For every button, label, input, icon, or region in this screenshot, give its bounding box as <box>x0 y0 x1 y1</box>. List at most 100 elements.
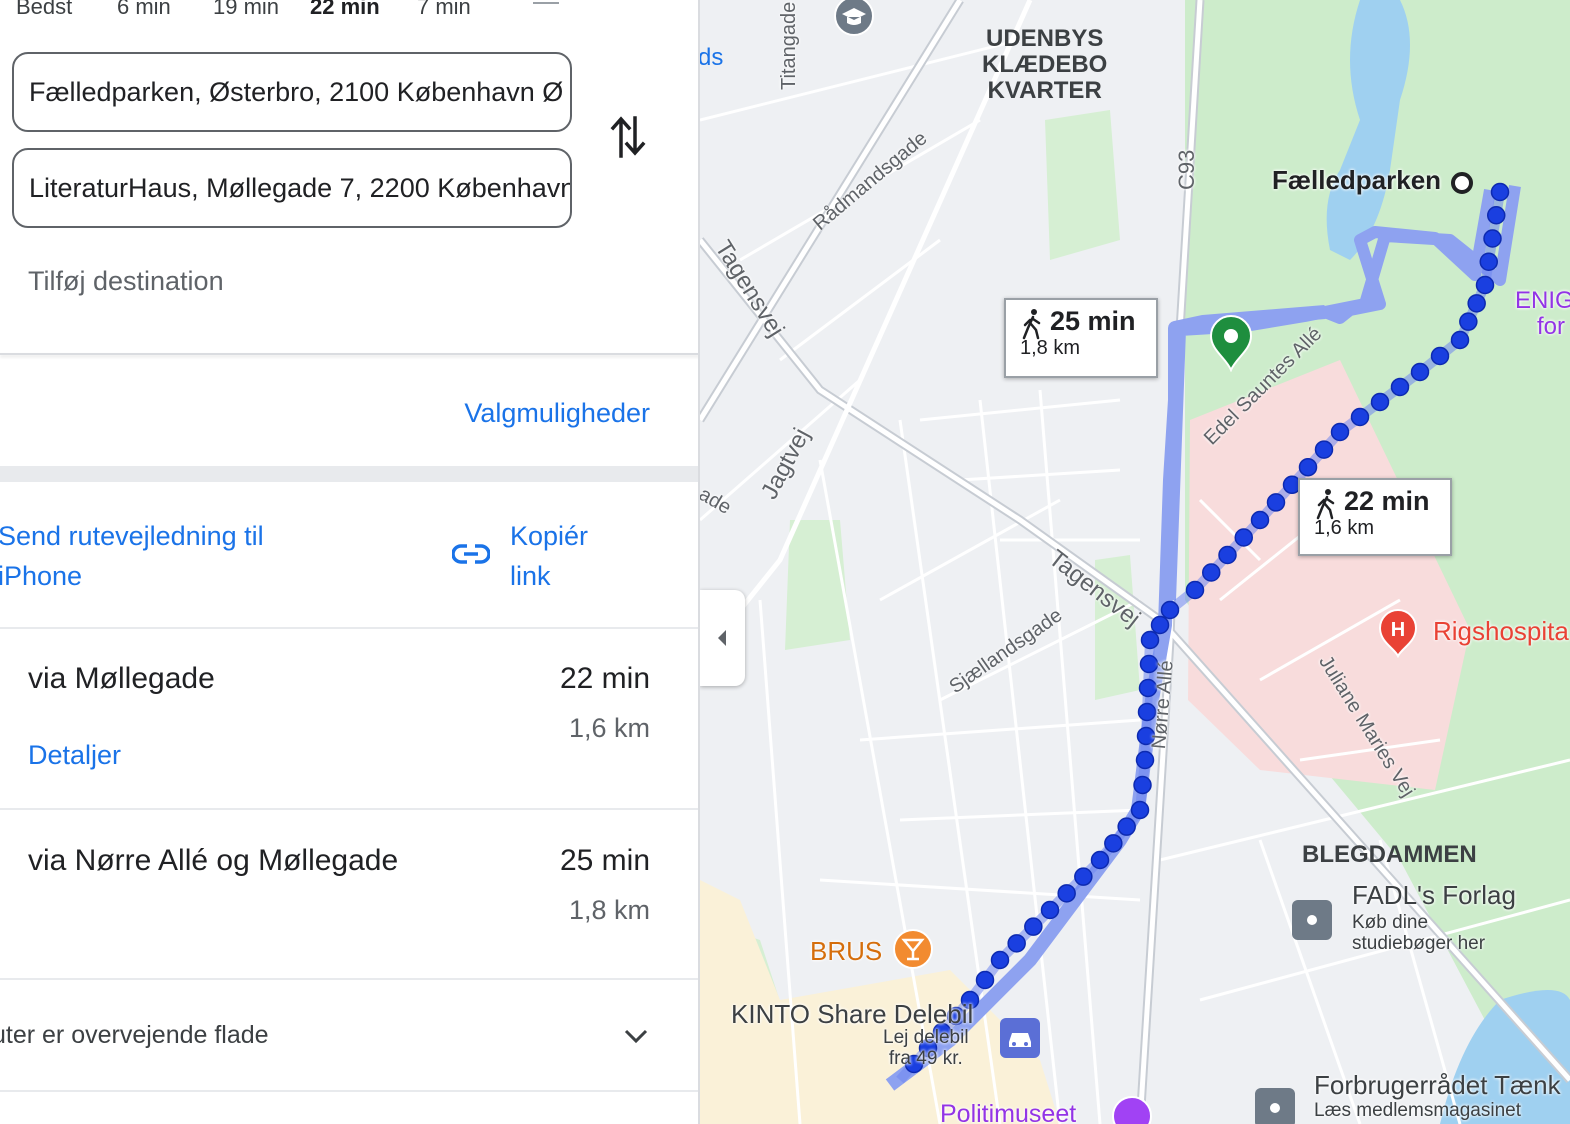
origin-input[interactable]: Fælledparken, Østerbro, 2100 København Ø <box>12 52 572 132</box>
bookstore-icon[interactable] <box>1290 898 1334 942</box>
route-options-button[interactable]: Valgmuligheder <box>464 398 650 429</box>
store-icon[interactable] <box>1253 1086 1297 1124</box>
route-dot <box>1479 252 1498 271</box>
museum-icon[interactable] <box>1110 1094 1154 1124</box>
hospital-icon[interactable]: H <box>1376 606 1420 658</box>
route-dot <box>1185 580 1205 600</box>
destination-input[interactable]: LiteraturHaus, Møllegade 7, 2200 Københa… <box>12 148 572 228</box>
route-dot <box>1140 630 1160 650</box>
poi-label: KINTO Share Delebil <box>731 999 974 1029</box>
route-dot <box>1007 934 1026 953</box>
route-dot <box>1459 312 1478 331</box>
divider <box>0 627 700 629</box>
send-to-phone-button[interactable]: Send rutevejledning til iPhone <box>0 516 338 596</box>
poi-label: Forbrugerrådet Tænk <box>1314 1070 1561 1100</box>
chevron-left-icon <box>718 630 726 646</box>
poi-label: FADL's Forlag <box>1352 880 1516 910</box>
mode-best[interactable]: Bedst <box>16 0 72 20</box>
route-dot <box>1133 775 1152 795</box>
route-dot <box>1117 817 1136 836</box>
route-dot <box>1057 884 1076 903</box>
route-dot <box>1202 563 1221 582</box>
route-dot <box>1130 800 1150 820</box>
swap-direction-icon[interactable] <box>608 114 648 158</box>
route-dot <box>1390 377 1410 397</box>
bar-icon[interactable] <box>892 928 934 970</box>
mode-flight[interactable] <box>533 2 559 4</box>
route-dot <box>1135 750 1155 770</box>
route-dot <box>1266 493 1286 512</box>
route-name: via Møllegade <box>28 662 215 695</box>
route-dot <box>1314 440 1334 459</box>
copy-link-button[interactable]: Kopiér link <box>510 516 630 596</box>
route-dot <box>1330 422 1350 442</box>
divider <box>0 353 700 355</box>
route-dot <box>1298 457 1318 477</box>
origin-marker-icon[interactable] <box>1449 170 1475 196</box>
poi-sublabel: Læs medlemsmagasinet <box>1314 1100 1521 1121</box>
route-dot <box>1410 362 1430 382</box>
street-label: Titangade <box>778 1 800 90</box>
link-icon[interactable] <box>452 540 490 568</box>
poi-label: Rigshospita <box>1433 616 1569 646</box>
route-dot <box>1370 392 1390 412</box>
mode-driving[interactable]: 6 min <box>117 0 171 20</box>
route-dot <box>1490 182 1510 202</box>
poi-label-line: ENIG <box>1515 287 1570 314</box>
route-dot <box>1467 294 1486 313</box>
route-time: 25 min <box>559 844 650 877</box>
route-time: 22 min <box>559 662 650 695</box>
green-place-pin-icon[interactable] <box>1208 314 1254 372</box>
route-dot <box>1160 600 1180 620</box>
callout-distance: 1,6 km <box>1314 517 1375 539</box>
route-callout-alt[interactable]: 25 min 1,8 km <box>1004 298 1158 378</box>
poi-label: BRUS <box>810 936 883 966</box>
walking-icon <box>1316 489 1335 520</box>
route-dot <box>1090 850 1110 870</box>
route-dot <box>1074 867 1093 886</box>
mode-transit[interactable]: 19 min <box>213 0 279 20</box>
route-callout-primary[interactable]: 22 min 1,6 km <box>1298 478 1452 556</box>
route-name: via Nørre Allé og Møllegade <box>28 844 399 877</box>
area-label: UDENBYS KLÆDEBO KVARTER <box>982 25 1108 104</box>
route-details-link[interactable]: Detaljer <box>28 740 121 771</box>
poi-sublabel: Lej delebil fra 49 kr. <box>883 1027 969 1069</box>
collapse-panel-button[interactable] <box>700 590 745 686</box>
route-dot <box>1040 900 1060 920</box>
area-label: BLEGDAMMEN <box>1302 841 1477 868</box>
add-destination-button[interactable]: Tilføj destination <box>28 266 224 297</box>
divider <box>0 978 700 980</box>
mode-walking[interactable]: 22 min <box>310 0 380 20</box>
route-dot <box>1024 917 1043 936</box>
route-dot <box>1350 407 1370 427</box>
poi-label-line: for <box>1537 313 1566 340</box>
chevron-down-icon[interactable] <box>622 1022 650 1050</box>
mode-cycling[interactable]: 7 min <box>417 0 471 20</box>
divider <box>0 808 700 810</box>
route-dot <box>1218 545 1237 565</box>
poi-label: Politimuseet <box>940 1100 1077 1124</box>
route-dot <box>1475 275 1495 295</box>
school-icon[interactable] <box>831 0 877 44</box>
street-label: C93 <box>1174 149 1199 190</box>
route-dot <box>975 970 995 990</box>
route-dot <box>1250 510 1270 530</box>
poi-sublabel: Køb dine studiebøger her <box>1352 912 1486 954</box>
street-label: ds <box>700 44 724 71</box>
origin-label: Fælledparken <box>1272 165 1442 195</box>
route-dot <box>1234 528 1253 547</box>
terrain-note: uter er overvejende flade <box>0 1021 269 1049</box>
route-dot <box>1104 834 1123 853</box>
svg-text:H: H <box>1391 619 1405 641</box>
section-separator <box>0 466 700 482</box>
route-dot <box>990 950 1010 970</box>
poi-label: ENIG for <box>1515 288 1570 340</box>
car-share-icon[interactable] <box>998 1016 1042 1060</box>
route-distance: 1,6 km <box>568 713 650 743</box>
map-canvas[interactable]: Titangade Rådmandsgade Tagensvej Jagtvej… <box>700 0 1570 1124</box>
walking-icon <box>1022 309 1041 340</box>
route-dot <box>1450 330 1470 350</box>
route-dot <box>1487 206 1506 225</box>
route-dot <box>1483 229 1502 248</box>
divider <box>0 1090 700 1092</box>
